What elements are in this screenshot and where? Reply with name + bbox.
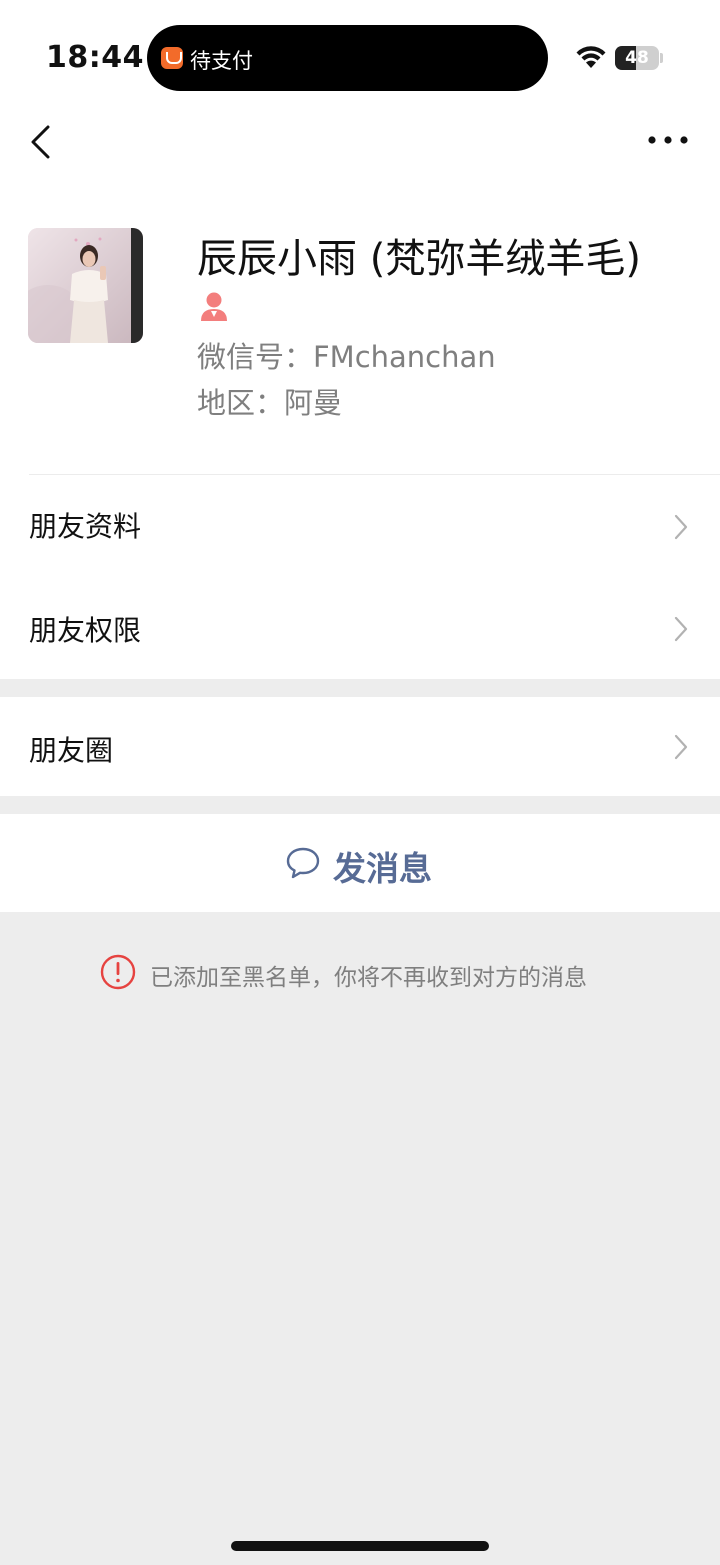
- region: 地区：阿曼: [197, 386, 343, 420]
- menu-item-label: 朋友权限: [29, 614, 142, 647]
- battery-icon: 48: [615, 46, 659, 70]
- send-message-button[interactable]: 发消息: [0, 814, 720, 912]
- wifi-icon: [576, 46, 606, 68]
- island-text: 待支付: [190, 49, 253, 73]
- chevron-right-icon: [674, 616, 688, 642]
- avatar[interactable]: [28, 228, 143, 343]
- chevron-right-icon: [674, 734, 688, 760]
- menu-item-moments[interactable]: 朋友圈: [0, 697, 720, 796]
- battery-cap: [660, 53, 663, 63]
- app-icon: [161, 47, 183, 69]
- status-bar: 18:44 待支付 48: [0, 0, 720, 110]
- avatar-photo: [28, 228, 143, 343]
- menu-item-label: 朋友资料: [29, 510, 142, 543]
- status-time: 18:44: [46, 40, 144, 75]
- nav-bar: [0, 110, 720, 174]
- wechat-id: 微信号：FMchanchan: [197, 340, 496, 374]
- send-message-label: 发消息: [333, 849, 432, 888]
- back-icon[interactable]: [24, 118, 64, 166]
- chat-bubble-icon: [286, 847, 320, 879]
- battery-level: 48: [625, 48, 649, 68]
- chevron-right-icon: [674, 514, 688, 540]
- menu-item-label: 朋友圈: [29, 734, 114, 767]
- home-indicator[interactable]: [231, 1541, 489, 1551]
- female-icon: [201, 292, 227, 321]
- profile-section: 辰辰小雨 (梵弥羊绒羊毛) 微信号：FMchanchan 地区：阿曼 朋友资料 …: [0, 174, 720, 679]
- profile-name: 辰辰小雨 (梵弥羊绒羊毛): [197, 236, 641, 282]
- dynamic-island[interactable]: 待支付: [147, 25, 548, 91]
- menu-item-friend-profile[interactable]: 朋友资料: [0, 475, 720, 579]
- more-dots-icon[interactable]: [646, 130, 690, 150]
- notice-text: 已添加至黑名单，你将不再收到对方的消息: [150, 965, 587, 991]
- menu-item-friend-permissions[interactable]: 朋友权限: [0, 579, 720, 679]
- alert-circle-icon: [100, 954, 136, 990]
